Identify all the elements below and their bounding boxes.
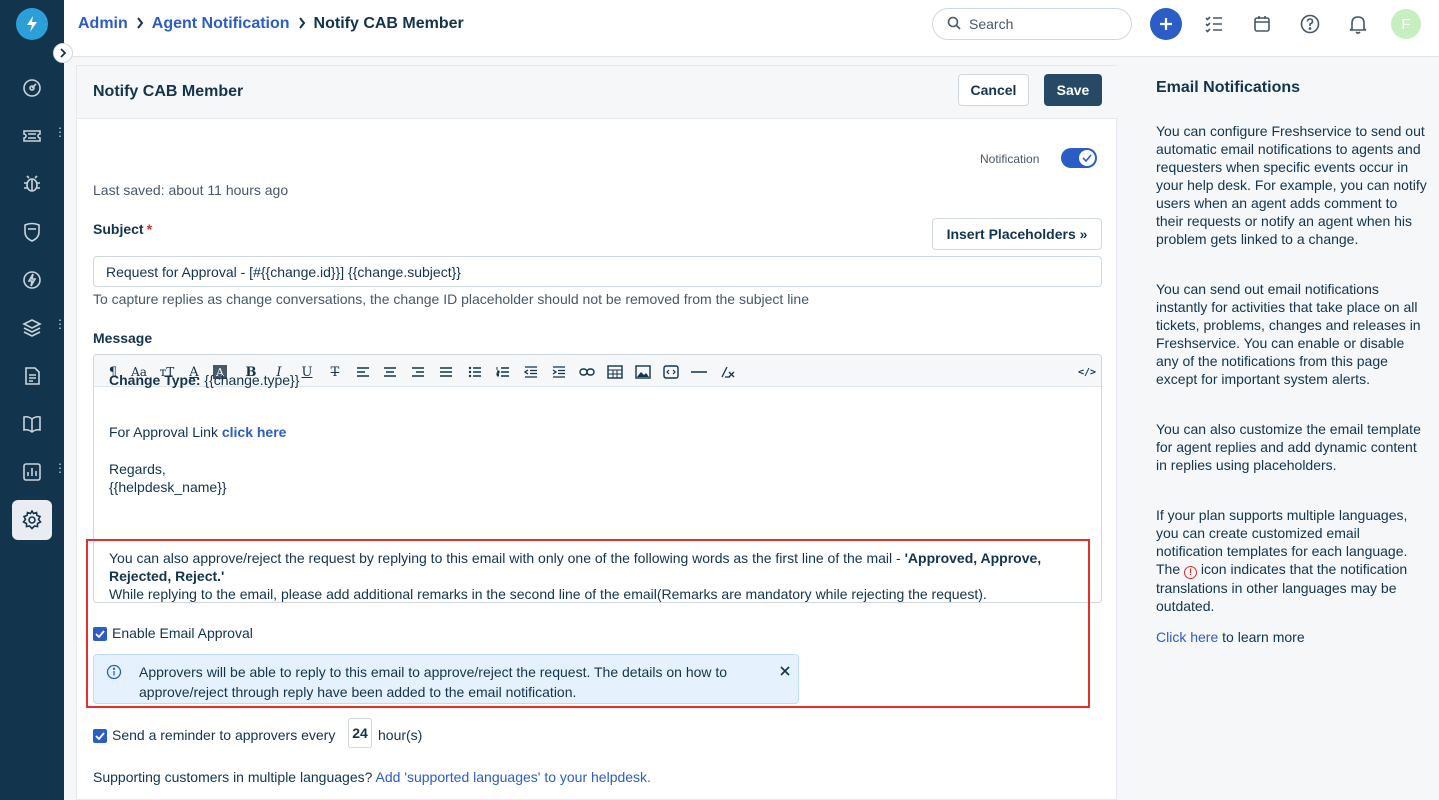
approval-click-here-link[interactable]: click here (222, 424, 287, 440)
message-rich-text-editor[interactable]: ¶ Aa ᴛT A A B I U T </> Change Type: {{c… (93, 354, 1102, 603)
reminder-suffix-label: hour(s) (378, 727, 423, 743)
subject-label: Subject * (93, 221, 153, 237)
breadcrumb-chevron-icon (136, 16, 144, 32)
info-banner-text: Approvers will be able to reply to this … (139, 664, 728, 700)
card-header: Notify CAB Member Cancel Save (77, 66, 1118, 119)
reports-chart-icon[interactable] (12, 452, 52, 492)
last-saved-text: Last saved: about 11 hours ago (93, 182, 289, 198)
search-input[interactable] (969, 16, 1119, 32)
side-panel-paragraph: You can also customize the email templat… (1156, 421, 1421, 473)
regards-line: Regards, (109, 461, 166, 477)
assets-layers-icon[interactable] (12, 308, 52, 348)
editor-content[interactable]: Change Type: {{change.type}} For Approva… (109, 372, 1094, 496)
toggle-check-icon (1079, 150, 1095, 166)
learn-more-line: Click here to learn more (1156, 629, 1305, 645)
notifications-bell-icon[interactable] (1346, 12, 1370, 36)
add-supported-languages-link[interactable]: Add 'supported languages' to your helpde… (376, 769, 651, 785)
reminder-prefix-label: Send a reminder to approvers every (112, 727, 336, 743)
helpdesk-name-placeholder: {{helpdesk_name}} (109, 479, 227, 495)
approval-link-line: For Approval Link click here (109, 424, 287, 440)
todo-checklist-icon[interactable] (1202, 12, 1226, 36)
subject-hint: To capture replies as change conversatio… (93, 291, 809, 307)
releases-bolt-icon[interactable] (12, 260, 52, 300)
email-approval-instructions: You can also approve/reject the request … (109, 550, 1042, 602)
click-here-learn-more-link[interactable]: Click here (1156, 629, 1218, 645)
required-asterisk: * (146, 221, 153, 237)
side-panel-paragraph: You can send out email notifications ins… (1156, 281, 1421, 387)
save-button[interactable]: Save (1044, 74, 1102, 106)
notification-editor-card: Notify CAB Member Cancel Save Notificati… (76, 65, 1118, 800)
assets-more-icon[interactable]: ⋮ (54, 318, 66, 330)
breadcrumb-admin-link[interactable]: Admin (78, 15, 128, 33)
admin-gear-icon[interactable] (12, 500, 52, 540)
side-panel-paragraph: You can configure Freshservice to send o… (1156, 123, 1427, 247)
breadcrumb-chevron-icon (298, 16, 306, 32)
close-icon[interactable] (778, 664, 792, 678)
approver-reminder-checkbox[interactable] (93, 729, 107, 743)
breadcrumb-current: Notify CAB Member (313, 15, 464, 32)
calendar-icon[interactable] (1250, 12, 1274, 36)
reminder-hours-input[interactable] (348, 718, 372, 748)
help-side-panel: Email Notifications You can configure Fr… (1140, 57, 1439, 800)
page-title: Notify CAB Member (93, 83, 244, 100)
tickets-more-icon[interactable]: ⋮ (54, 126, 66, 138)
change-type-line: Change Type: {{change.type}} (109, 372, 300, 388)
breadcrumb: Admin Agent Notification Notify CAB Memb… (78, 15, 464, 33)
enable-email-approval-label[interactable]: Enable Email Approval (112, 625, 253, 641)
contracts-document-icon[interactable] (12, 356, 52, 396)
cancel-button[interactable]: Cancel (958, 74, 1029, 106)
new-item-plus-button[interactable] (1150, 8, 1182, 40)
problems-bug-icon[interactable] (12, 164, 52, 204)
notification-toggle-label: Notification (980, 152, 1040, 166)
dashboard-icon[interactable] (12, 68, 52, 108)
email-approval-info-banner: Approvers will be able to reply to this … (93, 654, 799, 704)
message-label: Message (93, 330, 153, 346)
insert-placeholders-button[interactable]: Insert Placeholders » (932, 218, 1102, 250)
reports-more-icon[interactable]: ⋮ (54, 462, 66, 474)
side-panel-paragraph: If your plan supports multiple languages… (1156, 507, 1408, 614)
breadcrumb-agent-notification-link[interactable]: Agent Notification (152, 15, 290, 33)
search-icon (947, 16, 961, 33)
expand-sidebar-chevron-icon[interactable] (53, 43, 73, 63)
top-bar: Admin Agent Notification Notify CAB Memb… (64, 0, 1439, 57)
enable-email-approval-checkbox[interactable] (93, 627, 107, 641)
notification-toggle[interactable] (1061, 148, 1097, 168)
subject-input[interactable] (93, 256, 1102, 287)
outdated-warning-icon: ! (1184, 566, 1198, 579)
help-question-icon[interactable] (1298, 12, 1322, 36)
changes-shield-icon[interactable] (12, 212, 52, 252)
info-icon (106, 664, 122, 680)
tickets-icon[interactable] (12, 116, 52, 156)
global-search[interactable] (932, 8, 1132, 40)
supported-languages-line: Supporting customers in multiple languag… (93, 769, 651, 785)
side-panel-title: Email Notifications (1156, 79, 1301, 96)
solutions-book-icon[interactable] (12, 404, 52, 444)
left-navigation-rail: ⋮ ⋮ ⋮ (0, 0, 66, 800)
user-avatar[interactable]: F (1391, 9, 1421, 39)
freshservice-logo[interactable] (16, 8, 48, 40)
